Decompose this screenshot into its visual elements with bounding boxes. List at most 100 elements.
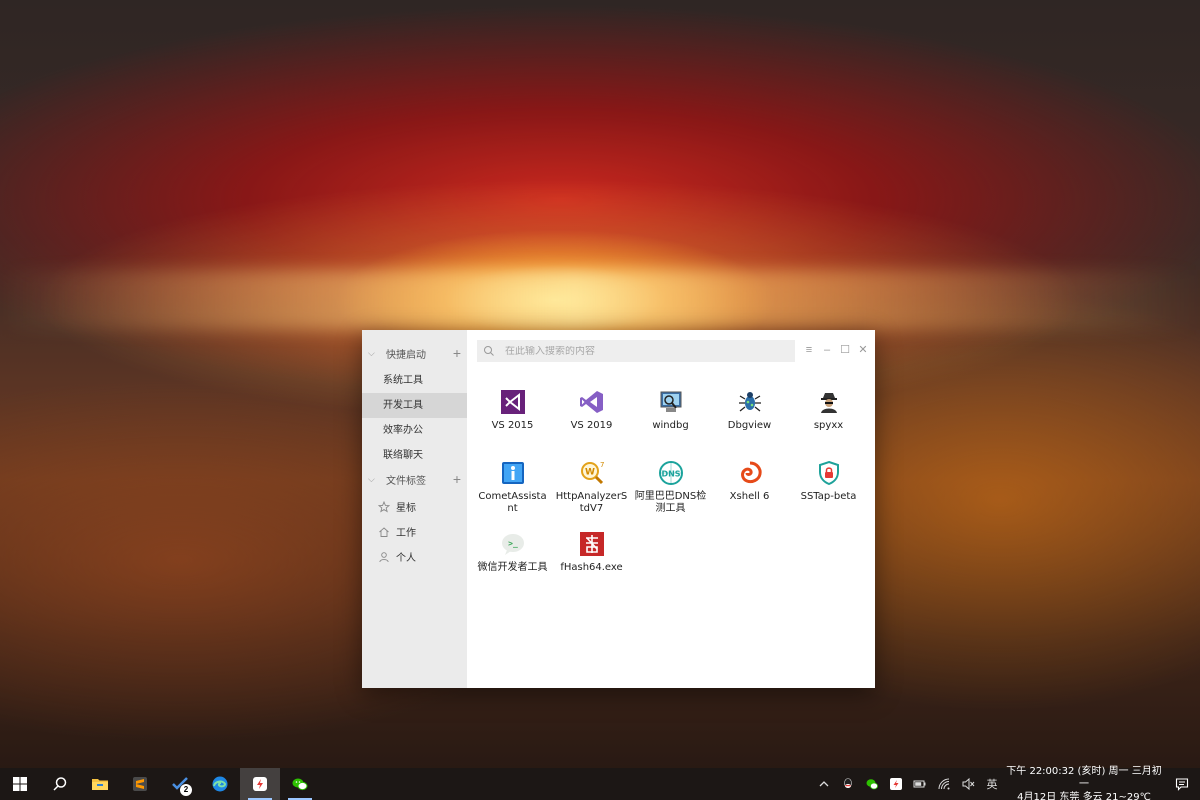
app-tile-comet-assistant[interactable]: CometAssistant bbox=[473, 459, 552, 530]
taskbar-todo[interactable]: 2 bbox=[160, 768, 200, 800]
close-button[interactable]: ✕ bbox=[857, 342, 869, 358]
search-bar[interactable] bbox=[477, 340, 795, 362]
alibaba-dns-icon: DNS bbox=[657, 459, 685, 487]
windbg-icon bbox=[657, 388, 685, 416]
tray-volume[interactable] bbox=[956, 768, 980, 800]
taskbar-wechat[interactable] bbox=[280, 768, 320, 800]
wechat-icon bbox=[866, 779, 878, 790]
add-category-button[interactable]: + bbox=[453, 346, 461, 360]
app-tile-alibaba-dns[interactable]: DNS 阿里巴巴DNS检测工具 bbox=[631, 459, 710, 530]
menu-button[interactable]: ≡ bbox=[803, 342, 815, 358]
fhash-icon bbox=[578, 530, 606, 558]
sidebar: ⌵ 快捷启动 + 系统工具 开发工具 效率办公 联络聊天 ⌵ 文件标签 + 星标… bbox=[362, 330, 467, 688]
folder-icon bbox=[92, 779, 108, 790]
app-tile-vs2019[interactable]: VS 2019 bbox=[552, 388, 631, 459]
tray-battery[interactable] bbox=[908, 768, 932, 800]
app-label: VS 2015 bbox=[491, 420, 534, 431]
app-tile-dbgview[interactable]: Dbgview bbox=[710, 388, 789, 459]
group-header-file-tags[interactable]: ⌵ 文件标签 + bbox=[362, 468, 467, 490]
qq-icon bbox=[844, 778, 852, 788]
wifi-icon bbox=[938, 778, 950, 790]
app-label: fHash64.exe bbox=[560, 562, 623, 573]
app-tile-http-analyzer[interactable]: W7 HttpAnalyzerStdV7 bbox=[552, 459, 631, 530]
windows-start-icon bbox=[13, 777, 27, 791]
app-label: SSTap-beta bbox=[800, 491, 857, 502]
app-label: VS 2019 bbox=[570, 420, 613, 431]
app-tile-fhash[interactable]: fHash64.exe bbox=[552, 530, 631, 601]
tray-launcher[interactable] bbox=[884, 768, 908, 800]
maximize-button[interactable]: ☐ bbox=[839, 342, 851, 358]
search-input[interactable] bbox=[505, 345, 785, 357]
sidebar-item-label: 工作 bbox=[396, 528, 416, 539]
app-tile-xshell[interactable]: Xshell 6 bbox=[710, 459, 789, 530]
star-icon bbox=[378, 500, 390, 512]
launcher-icon bbox=[890, 778, 902, 790]
show-hidden-icons-button[interactable] bbox=[812, 768, 836, 800]
http-analyzer-icon: W7 bbox=[578, 459, 606, 487]
chevron-down-icon: ⌵ bbox=[368, 347, 375, 358]
app-label: Xshell 6 bbox=[729, 491, 770, 502]
tray-network[interactable] bbox=[932, 768, 956, 800]
search-icon bbox=[484, 346, 494, 356]
app-label: CometAssistant bbox=[478, 491, 547, 514]
group-header-quick-launch[interactable]: ⌵ 快捷启动 + bbox=[362, 342, 467, 364]
app-label: 阿里巴巴DNS检测工具 bbox=[634, 491, 707, 514]
app-tile-spyxx[interactable]: spyxx bbox=[789, 388, 868, 459]
add-tag-button[interactable]: + bbox=[453, 472, 461, 486]
app-label: HttpAnalyzerStdV7 bbox=[555, 491, 628, 514]
taskbar-sublime-text[interactable] bbox=[120, 768, 160, 800]
action-center-button[interactable] bbox=[1164, 768, 1200, 800]
sidebar-item-office[interactable]: 效率办公 bbox=[362, 418, 467, 443]
taskbar-file-explorer[interactable] bbox=[80, 768, 120, 800]
home-icon bbox=[379, 526, 389, 537]
taskbar: 2 英 下午 22:00:32 (亥时) 周一 三月初一 4月12日 东莞 多云… bbox=[0, 765, 1200, 800]
sidebar-item-dev-tools[interactable]: 开发工具 bbox=[362, 393, 467, 418]
clock-date-line: 4月12日 东莞 多云 21~29℃ bbox=[1017, 791, 1151, 800]
input-method-indicator[interactable]: 英 bbox=[980, 768, 1004, 800]
app-label: windbg bbox=[652, 420, 689, 431]
sstap-icon bbox=[815, 459, 843, 487]
main-panel: ≡ – ☐ ✕ VS 2015 VS 2019 w bbox=[467, 330, 875, 688]
group-title: 文件标签 bbox=[386, 475, 426, 487]
xshell-icon bbox=[736, 459, 764, 487]
taskbar-launcher[interactable] bbox=[240, 768, 280, 800]
app-tile-vs2015[interactable]: VS 2015 bbox=[473, 388, 552, 459]
app-label: Dbgview bbox=[727, 420, 772, 431]
clock-time-line: 下午 22:00:32 (亥时) 周一 三月初一 bbox=[1006, 765, 1162, 790]
chevron-down-icon: ⌵ bbox=[368, 473, 375, 484]
tray-qq[interactable] bbox=[836, 768, 860, 800]
minimize-button[interactable]: – bbox=[821, 342, 833, 358]
visual-studio-2019-icon bbox=[578, 388, 606, 416]
wallpaper-glow bbox=[0, 270, 1200, 330]
sidebar-item-starred[interactable]: 星标 bbox=[362, 494, 467, 519]
tray-wechat[interactable] bbox=[860, 768, 884, 800]
svg-text:DNS: DNS bbox=[661, 470, 680, 479]
taskbar-search-button[interactable] bbox=[40, 768, 80, 800]
comet-assistant-icon bbox=[499, 459, 527, 487]
svg-text:7: 7 bbox=[600, 461, 604, 469]
sidebar-item-personal[interactable]: 个人 bbox=[362, 544, 467, 569]
system-tray: 英 下午 22:00:32 (亥时) 周一 三月初一 4月12日 东莞 多云 2… bbox=[812, 765, 1200, 800]
edge-icon bbox=[212, 776, 228, 792]
app-tile-windbg[interactable]: windbg bbox=[631, 388, 710, 459]
person-icon bbox=[379, 551, 389, 562]
sidebar-item-system-tools[interactable]: 系统工具 bbox=[362, 368, 467, 393]
sidebar-item-label: 星标 bbox=[396, 503, 416, 514]
app-tile-wechat-devtools[interactable]: >_ 微信开发者工具 bbox=[473, 530, 552, 601]
app-label: spyxx bbox=[813, 420, 844, 431]
search-icon bbox=[53, 777, 67, 791]
clock[interactable]: 下午 22:00:32 (亥时) 周一 三月初一 4月12日 东莞 多云 21~… bbox=[1004, 765, 1164, 800]
sublime-icon bbox=[133, 777, 147, 791]
app-tile-sstap[interactable]: SSTap-beta bbox=[789, 459, 868, 530]
sidebar-item-work[interactable]: 工作 bbox=[362, 519, 467, 544]
wechat-devtools-icon: >_ bbox=[499, 530, 527, 558]
wechat-icon bbox=[292, 778, 308, 791]
dbgview-icon bbox=[736, 388, 764, 416]
start-button[interactable] bbox=[0, 768, 40, 800]
chevron-up-icon bbox=[819, 781, 829, 787]
svg-text:W: W bbox=[585, 468, 595, 478]
sidebar-item-chat[interactable]: 联络聊天 bbox=[362, 443, 467, 468]
taskbar-edge[interactable] bbox=[200, 768, 240, 800]
sidebar-item-label: 个人 bbox=[396, 553, 416, 564]
launcher-icon bbox=[253, 777, 267, 791]
